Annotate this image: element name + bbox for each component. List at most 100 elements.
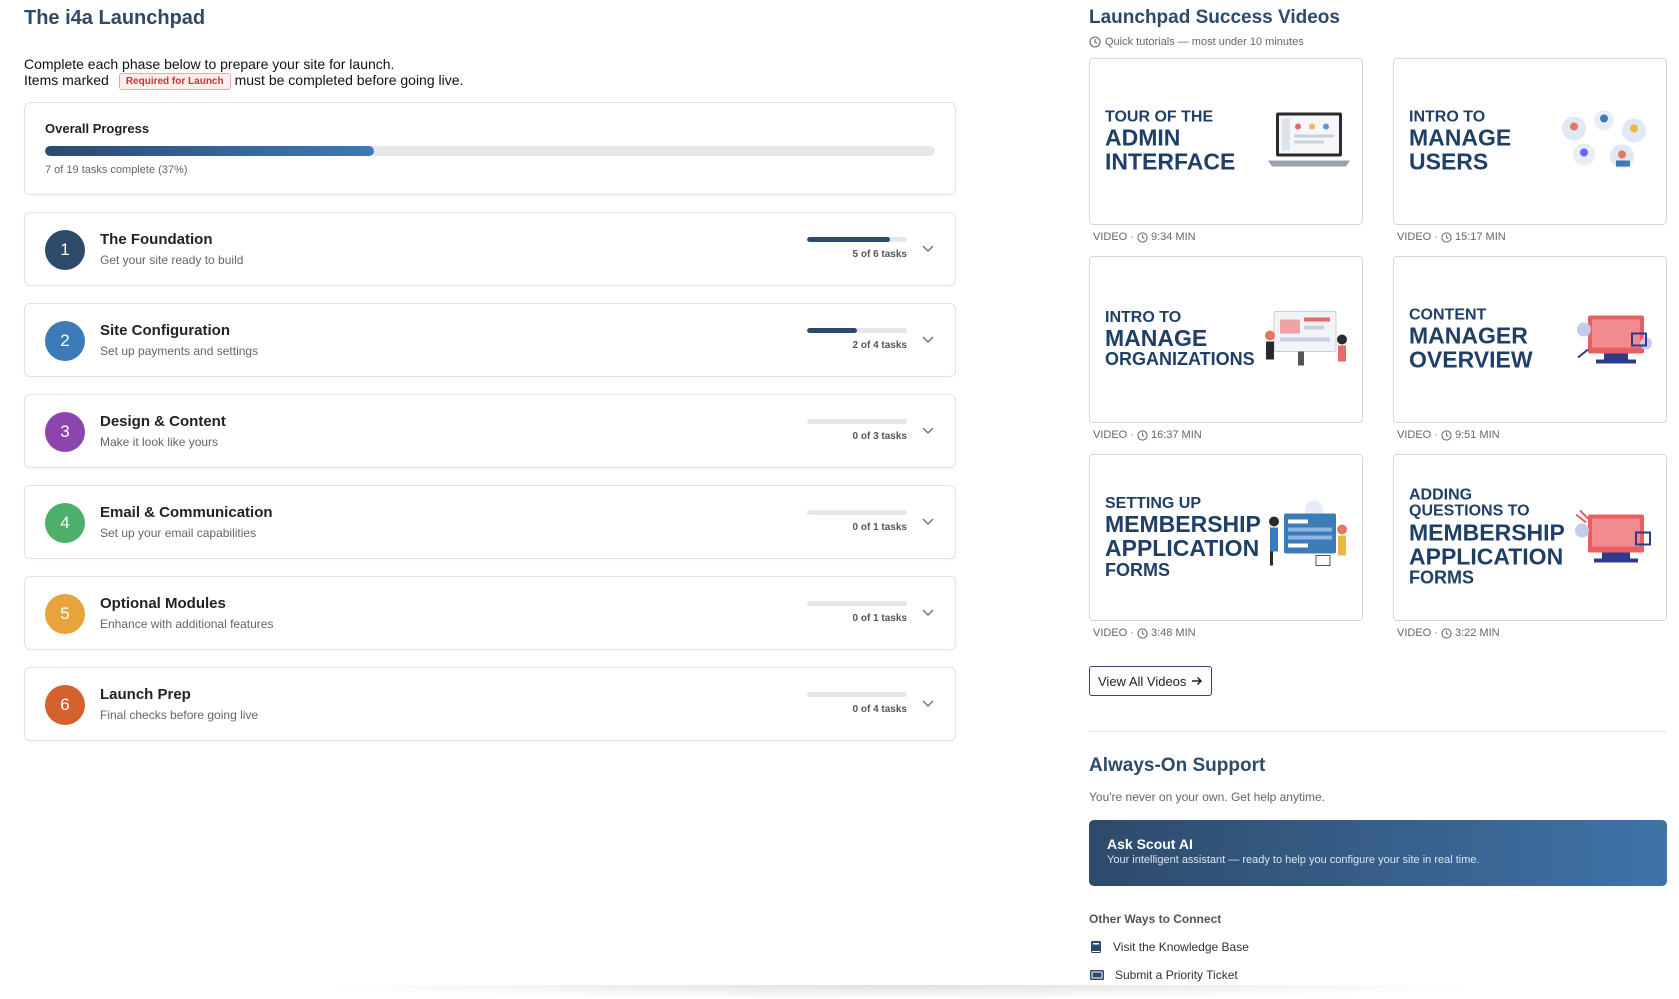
video-meta: VIDEO · 16:37 MIN (1089, 429, 1363, 441)
video-title-line-1: CONTENT (1409, 305, 1487, 323)
phase-card[interactable]: 6 Launch Prep Final checks before going li… (24, 667, 956, 741)
phase-card[interactable]: 2 Site Configuration Set up payments and s… (24, 303, 956, 377)
video-title-line-1: SETTING UP (1105, 494, 1202, 512)
phase-task-count: 0 of 1 tasks (852, 522, 907, 533)
video-card[interactable]: INTRO TO MANAGE USERS VIDEO · 15:17 MIN (1393, 58, 1667, 256)
phase-card[interactable]: 5 Optional Modules Enhance with additional… (24, 576, 956, 650)
scout-title: Ask Scout AI (1107, 836, 1193, 852)
phase-progress-bar (807, 510, 907, 515)
phase-card[interactable]: 3 Design & Content Make it look like yours… (24, 394, 956, 468)
phase-number-badge: 6 (45, 685, 85, 725)
video-title: INTRO TO MANAGE USERS (1409, 108, 1559, 174)
video-thumbnail[interactable]: CONTENT MANAGER OVERVIEW (1393, 256, 1667, 423)
phase-card[interactable]: 1 The Foundation Get your site ready to bu… (24, 212, 956, 286)
video-grid: TOUR OF THE ADMIN INTERFACE VIDEO · 9:34 MI… (1089, 58, 1667, 652)
clock-icon (1441, 231, 1452, 243)
other-ways-heading: Other Ways to Connect (1089, 912, 1222, 926)
video-thumbnail[interactable]: INTRO TO MANAGE ORGANIZATIONS (1089, 256, 1363, 423)
chevron-down-icon[interactable] (921, 514, 935, 528)
phase-progress-fill (807, 237, 890, 242)
chevron-down-icon[interactable] (921, 332, 935, 346)
video-thumbnail[interactable]: ADDING QUESTIONS TO MEMBERSHIP APPLICATION… (1393, 454, 1667, 621)
video-meta-label: VIDEO · (1093, 627, 1134, 639)
phase-task-count: 0 of 3 tasks (852, 431, 907, 442)
video-thumbnail[interactable]: SETTING UP MEMBERSHIP APPLICATION FORMS (1089, 454, 1363, 621)
video-card[interactable]: INTRO TO MANAGE ORGANIZATIONS VIDEO · 16:37… (1089, 256, 1363, 454)
chevron-down-icon[interactable] (921, 423, 935, 437)
phase-progress-bar (807, 237, 907, 242)
arrow-right-icon (1192, 676, 1203, 686)
video-title-line-2: MANAGER (1409, 322, 1528, 349)
video-duration: 16:37 MIN (1150, 429, 1202, 441)
video-meta: VIDEO · 3:48 MIN (1089, 627, 1363, 639)
ask-scout-ai-button[interactable]: Ask Scout AI Your intelligent assistant … (1089, 820, 1667, 886)
video-title: SETTING UP MEMBERSHIP APPLICATION FORMS (1105, 494, 1261, 580)
users-illustration (1554, 108, 1654, 175)
phase-title: The Foundation (100, 231, 213, 248)
video-meta: VIDEO · 15:17 MIN (1393, 231, 1667, 243)
video-thumbnail[interactable]: TOUR OF THE ADMIN INTERFACE (1089, 58, 1363, 225)
video-duration: 3:22 MIN (1454, 627, 1500, 639)
priority-ticket-link[interactable]: Submit a Priority Ticket (1089, 968, 1667, 982)
view-all-videos-button[interactable]: View All Videos (1089, 666, 1213, 696)
video-title: TOUR OF THE ADMIN INTERFACE (1105, 108, 1255, 175)
video-title-line-3: OVERVIEW (1409, 346, 1533, 373)
phase-task-count: 0 of 4 tasks (852, 704, 907, 715)
phase-progress-bar (807, 601, 907, 606)
video-thumbnail[interactable]: INTRO TO MANAGE USERS (1393, 58, 1667, 225)
video-meta-label: VIDEO · (1397, 429, 1438, 441)
phase-title: Design & Content (100, 413, 226, 430)
video-meta: VIDEO · 9:34 MIN (1089, 231, 1363, 243)
chevron-down-icon[interactable] (921, 696, 935, 710)
knowledge-base-link[interactable]: Visit the Knowledge Base (1089, 940, 1667, 954)
phase-title: Site Configuration (100, 322, 230, 339)
overall-progress-label: Overall Progress (45, 121, 150, 136)
video-title-line-2: MEMBERSHIP (1409, 519, 1565, 546)
overall-progress-card: Overall Progress 7 of 19 tasks complete … (24, 102, 956, 195)
phase-progress-fill (807, 328, 857, 333)
video-card[interactable]: TOUR OF THE ADMIN INTERFACE VIDEO · 9:34 MI… (1089, 58, 1363, 256)
phase-card[interactable]: 4 Email & Communication Set up your email … (24, 485, 956, 559)
phase-title: Email & Communication (100, 504, 273, 521)
view-all-videos-label: View All Videos (1098, 673, 1187, 689)
phase-number-badge: 4 (45, 503, 85, 543)
video-title-line-2: MANAGE (1409, 124, 1512, 151)
phase-progress-bar (807, 692, 907, 697)
video-title: ADDING QUESTIONS TO MEMBERSHIP APPLICATION… (1409, 486, 1565, 588)
video-card[interactable]: CONTENT MANAGER OVERVIEW VIDEO · 9:51 MIN (1393, 256, 1667, 454)
section-divider (1089, 731, 1667, 732)
ticket-icon (1090, 970, 1104, 980)
phase-description: Get your site ready to build (100, 253, 244, 267)
phase-task-count: 0 of 1 tasks (852, 613, 907, 624)
video-title-line-2: MANAGE (1105, 325, 1208, 352)
required-for-launch-badge: Required for Launch (118, 73, 231, 90)
video-meta-label: VIDEO · (1397, 231, 1438, 243)
video-title: CONTENT MANAGER OVERVIEW (1409, 305, 1559, 373)
video-duration: 3:48 MIN (1150, 627, 1196, 639)
clock-icon (1089, 36, 1101, 48)
video-duration: 9:51 MIN (1454, 429, 1500, 441)
video-title-line-2: MEMBERSHIP (1105, 511, 1261, 538)
video-meta: VIDEO · 9:51 MIN (1393, 429, 1667, 441)
chevron-down-icon[interactable] (921, 605, 935, 619)
intro-line-2-pre: Items marked (24, 72, 109, 88)
video-title-line-3: APPLICATION (1105, 535, 1260, 562)
video-title-line-3: APPLICATION (1409, 543, 1564, 570)
video-meta-label: VIDEO · (1093, 231, 1134, 243)
video-card[interactable]: SETTING UP MEMBERSHIP APPLICATION FORMS VIDE… (1089, 454, 1363, 652)
videos-heading: Launchpad Success Videos (1089, 7, 1340, 28)
video-title-line-1: ADDING QUESTIONS TO (1409, 486, 1530, 520)
video-title: INTRO TO MANAGE ORGANIZATIONS (1105, 309, 1255, 370)
book-icon (1091, 941, 1101, 953)
phase-list: 1 The Foundation Get your site ready to bu… (24, 212, 956, 741)
video-card[interactable]: ADDING QUESTIONS TO MEMBERSHIP APPLICATION… (1393, 454, 1667, 652)
phase-task-count: 2 of 4 tasks (852, 340, 907, 351)
overall-progress-fill (45, 146, 375, 156)
phase-description: Final checks before going live (100, 708, 259, 722)
video-title-line-3: INTERFACE (1105, 148, 1236, 175)
phase-description: Set up your email capabilities (100, 526, 257, 540)
phase-description: Enhance with additional features (100, 617, 274, 631)
overall-progress-summary: 7 of 19 tasks complete (37%) (45, 164, 188, 176)
page-title: The i4a Launchpad (24, 7, 206, 29)
chevron-down-icon[interactable] (921, 241, 935, 255)
